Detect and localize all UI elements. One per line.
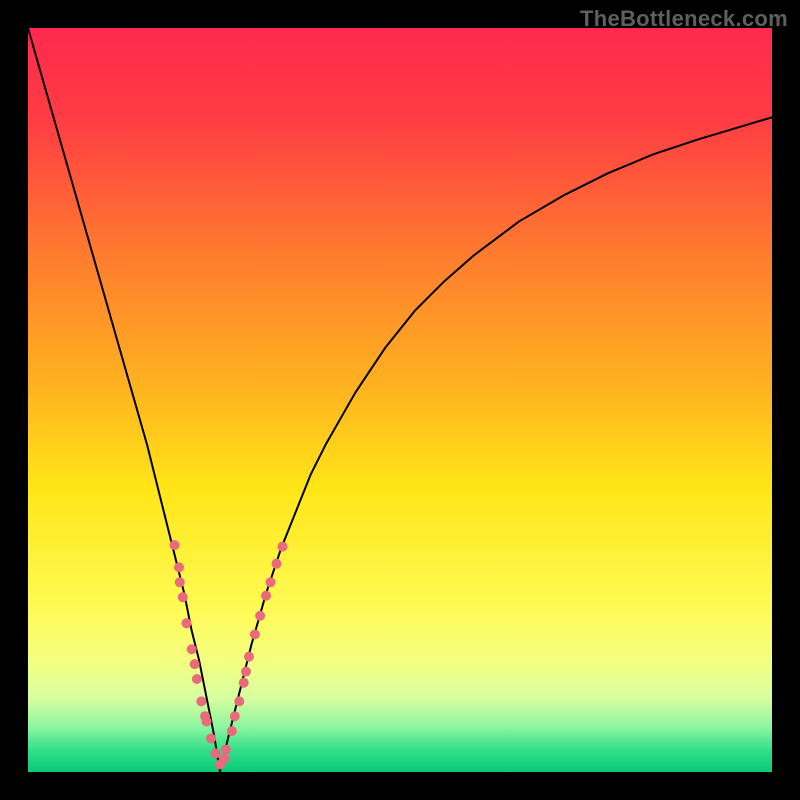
benchmark-point [261, 591, 271, 601]
benchmark-point [272, 559, 282, 569]
benchmark-point [202, 716, 212, 726]
benchmark-point [170, 540, 180, 550]
benchmark-point [221, 745, 231, 755]
benchmark-point [239, 678, 249, 688]
benchmark-point [277, 542, 287, 552]
benchmark-point [234, 696, 244, 706]
gradient-background [28, 28, 772, 772]
benchmark-point [196, 696, 206, 706]
benchmark-point [206, 734, 216, 744]
benchmark-point [230, 711, 240, 721]
benchmark-point [227, 726, 237, 736]
chart-svg [28, 28, 772, 772]
benchmark-point [250, 629, 260, 639]
benchmark-point [219, 754, 229, 764]
benchmark-point [181, 618, 191, 628]
chart-frame: TheBottleneck.com [0, 0, 800, 800]
benchmark-point [187, 644, 197, 654]
benchmark-point [255, 611, 265, 621]
benchmark-point [174, 562, 184, 572]
benchmark-point [244, 652, 254, 662]
benchmark-point [192, 674, 202, 684]
benchmark-point [190, 659, 200, 669]
benchmark-point [210, 748, 220, 758]
benchmark-point [178, 592, 188, 602]
benchmark-point [266, 577, 276, 587]
benchmark-point [175, 577, 185, 587]
benchmark-point [241, 667, 251, 677]
plot-area [28, 28, 772, 772]
watermark-text: TheBottleneck.com [580, 6, 788, 32]
